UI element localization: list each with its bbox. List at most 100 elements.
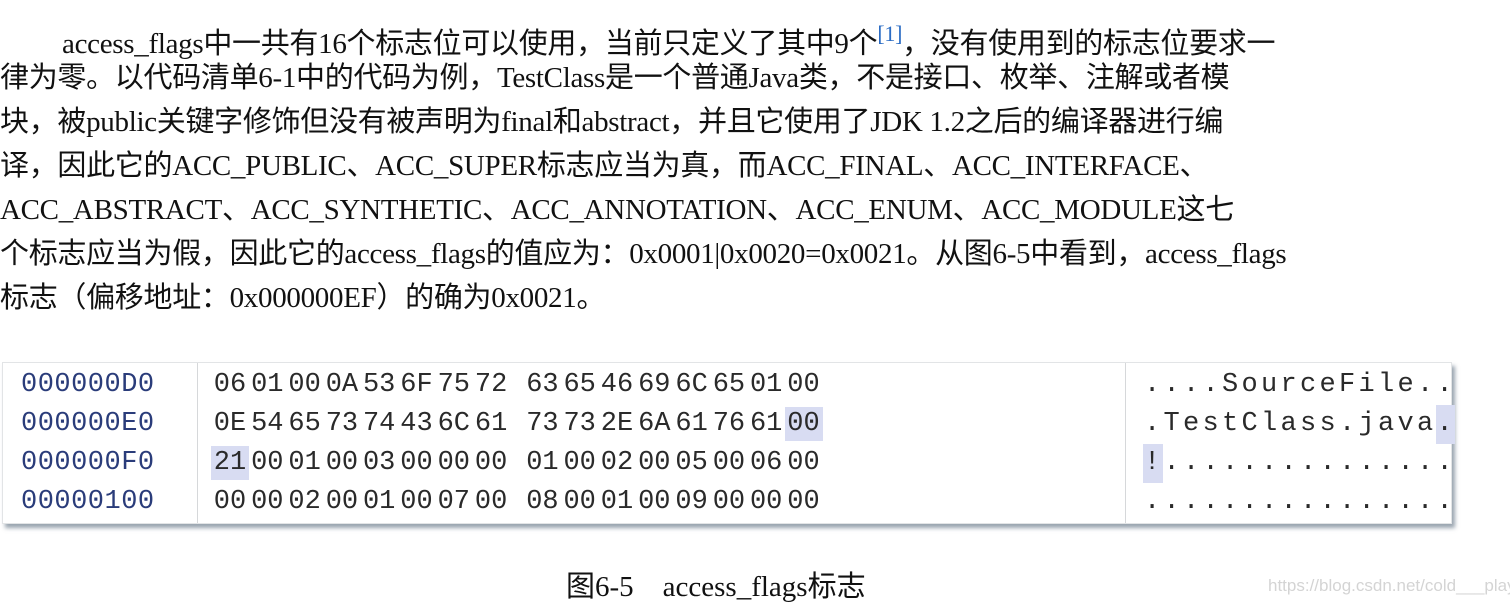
ascii-char[interactable]: . xyxy=(1182,483,1202,522)
ascii-char[interactable]: . xyxy=(1397,483,1417,522)
ascii-char[interactable]: . xyxy=(1280,483,1300,522)
ascii-char[interactable]: e xyxy=(1182,405,1202,444)
ascii-char[interactable]: . xyxy=(1435,405,1455,444)
ascii-char[interactable]: l xyxy=(1260,405,1280,444)
ascii-char[interactable]: . xyxy=(1377,483,1397,522)
ascii-char[interactable]: . xyxy=(1416,483,1436,522)
hex-byte[interactable]: 65 xyxy=(561,368,599,402)
hex-byte[interactable]: 08 xyxy=(523,485,561,519)
ascii-char[interactable]: . xyxy=(1202,366,1222,405)
hex-byte[interactable]: 75 xyxy=(435,368,473,402)
ascii-char[interactable]: a xyxy=(1416,405,1436,444)
hex-byte[interactable]: 76 xyxy=(710,407,748,441)
hex-byte[interactable]: 0A xyxy=(323,368,361,402)
ascii-char[interactable]: l xyxy=(1377,366,1397,405)
ascii-char[interactable]: c xyxy=(1299,366,1319,405)
ascii-char[interactable]: ! xyxy=(1143,444,1163,483)
ascii-char[interactable]: T xyxy=(1163,405,1183,444)
ascii-char[interactable]: . xyxy=(1221,444,1241,483)
ascii-char[interactable]: . xyxy=(1182,366,1202,405)
hex-byte[interactable]: 00 xyxy=(211,485,249,519)
hex-byte[interactable]: 06 xyxy=(211,368,249,402)
hex-byte[interactable]: 65 xyxy=(710,368,748,402)
hex-byte[interactable]: 69 xyxy=(635,368,673,402)
hex-byte[interactable]: 72 xyxy=(472,368,510,402)
ascii-char[interactable]: s xyxy=(1202,405,1222,444)
ascii-char[interactable]: . xyxy=(1202,483,1222,522)
ascii-char[interactable]: . xyxy=(1163,483,1183,522)
hex-byte[interactable]: 00 xyxy=(472,485,510,519)
hex-byte[interactable]: 61 xyxy=(472,407,510,441)
hex-byte[interactable]: 07 xyxy=(435,485,473,519)
hex-byte[interactable]: 00 xyxy=(248,446,286,480)
hex-byte[interactable]: 6C xyxy=(673,368,711,402)
hex-byte[interactable]: 73 xyxy=(561,407,599,441)
ascii-char[interactable]: . xyxy=(1319,444,1339,483)
ascii-char[interactable]: . xyxy=(1143,483,1163,522)
ascii-char[interactable]: S xyxy=(1221,366,1241,405)
ascii-char[interactable]: . xyxy=(1338,483,1358,522)
hex-byte[interactable]: 00 xyxy=(472,446,510,480)
ascii-char[interactable]: . xyxy=(1182,444,1202,483)
ascii-char[interactable]: . xyxy=(1241,483,1261,522)
hex-byte[interactable]: 01 xyxy=(598,485,636,519)
ascii-char[interactable]: s xyxy=(1299,405,1319,444)
ascii-char[interactable]: . xyxy=(1358,483,1378,522)
ascii-char[interactable]: . xyxy=(1221,483,1241,522)
hex-byte[interactable]: 63 xyxy=(523,368,561,402)
hex-byte[interactable]: 6C xyxy=(435,407,473,441)
hex-byte[interactable]: 00 xyxy=(561,446,599,480)
hex-byte[interactable]: 6A xyxy=(635,407,673,441)
hex-byte[interactable]: 00 xyxy=(785,368,823,402)
ascii-char[interactable]: o xyxy=(1241,366,1261,405)
ascii-char[interactable]: . xyxy=(1338,444,1358,483)
hex-byte[interactable]: 01 xyxy=(360,485,398,519)
hex-byte[interactable]: 54 xyxy=(248,407,286,441)
ascii-char[interactable]: . xyxy=(1397,444,1417,483)
hex-byte[interactable]: 65 xyxy=(286,407,324,441)
hex-byte[interactable]: 61 xyxy=(747,407,785,441)
hex-byte[interactable]: 21 xyxy=(211,446,249,480)
hex-byte[interactable]: 00 xyxy=(710,485,748,519)
hex-byte[interactable]: 53 xyxy=(360,368,398,402)
ascii-char[interactable]: . xyxy=(1143,405,1163,444)
hex-byte[interactable]: 00 xyxy=(398,446,436,480)
hex-byte[interactable]: 00 xyxy=(635,446,673,480)
ascii-char[interactable]: . xyxy=(1358,444,1378,483)
ascii-char[interactable]: . xyxy=(1436,483,1456,522)
ascii-char[interactable]: . xyxy=(1377,444,1397,483)
hex-byte[interactable]: 73 xyxy=(523,407,561,441)
hex-byte[interactable]: 00 xyxy=(635,485,673,519)
ascii-char[interactable]: . xyxy=(1163,366,1183,405)
hex-byte[interactable]: 09 xyxy=(673,485,711,519)
ascii-char[interactable]: . xyxy=(1163,444,1183,483)
ascii-char[interactable]: u xyxy=(1260,366,1280,405)
hex-byte[interactable]: 00 xyxy=(248,485,286,519)
ascii-char[interactable]: F xyxy=(1338,366,1358,405)
ascii-char[interactable]: e xyxy=(1397,366,1417,405)
ascii-char[interactable]: . xyxy=(1338,405,1358,444)
hex-byte[interactable]: 00 xyxy=(323,485,361,519)
ascii-char[interactable]: . xyxy=(1416,366,1436,405)
hex-byte[interactable]: 03 xyxy=(360,446,398,480)
hex-byte[interactable]: 00 xyxy=(323,446,361,480)
ascii-char[interactable]: r xyxy=(1280,366,1300,405)
ascii-char[interactable]: a xyxy=(1280,405,1300,444)
ascii-char[interactable]: . xyxy=(1299,444,1319,483)
ascii-char[interactable]: j xyxy=(1358,405,1378,444)
ascii-char[interactable]: . xyxy=(1280,444,1300,483)
hex-byte[interactable]: 02 xyxy=(286,485,324,519)
hex-byte[interactable]: 01 xyxy=(286,446,324,480)
hex-byte[interactable]: 00 xyxy=(747,485,785,519)
hex-byte[interactable]: 61 xyxy=(673,407,711,441)
ascii-char[interactable]: v xyxy=(1397,405,1417,444)
ascii-char[interactable]: . xyxy=(1241,444,1261,483)
hex-byte[interactable]: 01 xyxy=(747,368,785,402)
hex-byte[interactable]: 74 xyxy=(360,407,398,441)
ascii-char[interactable]: e xyxy=(1319,366,1339,405)
hex-byte[interactable]: 02 xyxy=(598,446,636,480)
ascii-char[interactable]: . xyxy=(1416,444,1436,483)
ascii-char[interactable]: . xyxy=(1436,444,1456,483)
hex-byte[interactable]: 01 xyxy=(523,446,561,480)
ascii-char[interactable]: . xyxy=(1319,483,1339,522)
